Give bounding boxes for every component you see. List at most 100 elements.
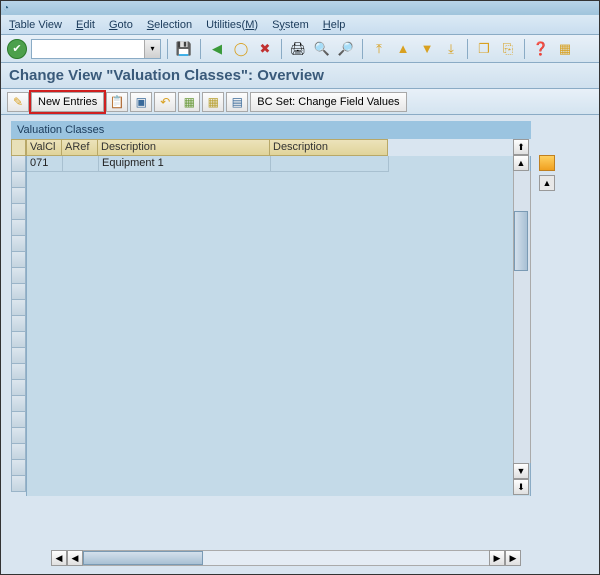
row-selector[interactable] xyxy=(11,380,26,396)
table-settings-icon[interactable] xyxy=(539,155,555,171)
back-icon[interactable]: ◀ xyxy=(207,39,227,59)
row-selector[interactable] xyxy=(11,188,26,204)
undo-button[interactable]: ↶ xyxy=(154,92,176,112)
cell-valcl[interactable]: 071 xyxy=(27,156,63,172)
menu-utilities[interactable]: Utilities(M) xyxy=(206,19,258,31)
save-icon[interactable]: 💾 xyxy=(174,39,194,59)
separator xyxy=(200,39,201,59)
row-selector[interactable] xyxy=(11,428,26,444)
menu-bar: Table View Edit Goto Selection Utilities… xyxy=(1,15,599,35)
next-page-icon[interactable]: ▼ xyxy=(417,39,437,59)
scroll-left-icon[interactable]: ◀ xyxy=(67,550,83,566)
separator xyxy=(467,39,468,59)
sap-logo-icon: ◔ xyxy=(3,3,9,14)
row-selector[interactable] xyxy=(11,476,26,492)
scroll-down-icon[interactable]: ▼ xyxy=(513,463,529,479)
row-selector[interactable] xyxy=(11,156,26,172)
row-selector[interactable] xyxy=(11,348,26,364)
window-title-bar: ◔ xyxy=(1,1,599,15)
command-field[interactable]: ▾ xyxy=(31,39,161,59)
row-selector[interactable] xyxy=(11,204,26,220)
row-selector[interactable] xyxy=(11,396,26,412)
last-page-icon[interactable]: ⤓ xyxy=(441,39,461,59)
shortcut-icon[interactable]: ⎘ xyxy=(498,39,518,59)
cell-aref[interactable] xyxy=(63,156,99,172)
row-selector[interactable] xyxy=(11,300,26,316)
col-header-desc2[interactable]: Description xyxy=(270,139,388,156)
help-icon[interactable]: ❓ xyxy=(531,39,551,59)
menu-selection[interactable]: Selection xyxy=(147,19,192,31)
grid: ValCl ARef Description Description 071 E… xyxy=(26,139,531,496)
find-next-icon[interactable]: 🔎 xyxy=(336,39,356,59)
menu-help[interactable]: Help xyxy=(323,19,346,31)
horizontal-scroll: ◀ ◀ ▶ ▶ xyxy=(51,550,521,566)
cell-desc1[interactable]: Equipment 1 xyxy=(99,156,271,172)
scroll-bottom-icon[interactable]: ⬇ xyxy=(513,479,529,495)
col-header-valcl[interactable]: ValCl xyxy=(26,139,62,156)
col-header-desc1[interactable]: Description xyxy=(98,139,270,156)
table-title: Valuation Classes xyxy=(11,121,531,139)
cancel-icon[interactable]: ✖ xyxy=(255,39,275,59)
row-selector[interactable] xyxy=(11,460,26,476)
enter-button[interactable]: ✔ xyxy=(7,39,27,59)
bc-set-button[interactable]: BC Set: Change Field Values xyxy=(250,92,406,112)
table-header: ValCl ARef Description Description xyxy=(26,139,531,156)
separator xyxy=(362,39,363,59)
hscroll-thumb[interactable] xyxy=(83,551,203,565)
page-title-bar: Change View "Valuation Classes": Overvie… xyxy=(1,63,599,89)
new-entries-button[interactable]: New Entries xyxy=(31,92,104,112)
prev-page-icon[interactable]: ▲ xyxy=(393,39,413,59)
col-header-aref[interactable]: ARef xyxy=(62,139,98,156)
scroll-top-icon[interactable]: ⬆ xyxy=(513,139,529,155)
separator xyxy=(281,39,282,59)
menu-goto[interactable]: Goto xyxy=(109,19,133,31)
menu-system[interactable]: System xyxy=(272,19,309,31)
row-selector[interactable] xyxy=(11,332,26,348)
deselect-all-button[interactable]: ▦ xyxy=(202,92,224,112)
first-page-icon[interactable]: ⤒ xyxy=(369,39,389,59)
create-session-icon[interactable]: ❐ xyxy=(474,39,494,59)
corner-cell[interactable] xyxy=(11,139,26,156)
table-row[interactable]: 071 Equipment 1 xyxy=(27,156,530,172)
row-headers xyxy=(11,139,26,496)
scroll-page-up-icon[interactable]: ▲ xyxy=(539,175,555,191)
separator xyxy=(524,39,525,59)
row-selector[interactable] xyxy=(11,236,26,252)
menu-edit[interactable]: Edit xyxy=(76,19,95,31)
separator xyxy=(167,39,168,59)
row-selector[interactable] xyxy=(11,268,26,284)
table-body: 071 Equipment 1 xyxy=(26,156,531,496)
exit-icon[interactable]: ◯ xyxy=(231,39,251,59)
copy-as-button[interactable]: 📋 xyxy=(106,92,128,112)
command-dropdown-icon[interactable]: ▾ xyxy=(144,40,160,58)
scroll-right-icon[interactable]: ▶ xyxy=(489,550,505,566)
row-selector[interactable] xyxy=(11,444,26,460)
select-all-button[interactable]: ▦ xyxy=(178,92,200,112)
standard-toolbar: ✔ ▾ 💾 ◀ ◯ ✖ 🖨 🔍 🔎 ⤒ ▲ ▼ ⤓ ❐ ⎘ ❓ ▦ xyxy=(1,35,599,63)
row-selector[interactable] xyxy=(11,220,26,236)
row-selector[interactable] xyxy=(11,284,26,300)
menu-table-view[interactable]: Table View xyxy=(9,19,62,31)
change-button[interactable]: ✎ xyxy=(7,92,29,112)
find-icon[interactable]: 🔍 xyxy=(312,39,332,59)
scroll-right-end-icon[interactable]: ▶ xyxy=(505,550,521,566)
customize-layout-icon[interactable]: ▦ xyxy=(555,39,575,59)
scroll-up-icon[interactable]: ▲ xyxy=(513,155,529,171)
vertical-scroll: ⬆ ▲ ▼ ⬇ xyxy=(513,139,531,495)
print-icon[interactable]: 🖨 xyxy=(288,39,308,59)
row-selector[interactable] xyxy=(11,364,26,380)
hscroll-track[interactable] xyxy=(83,550,489,566)
table-container: Valuation Classes xyxy=(11,121,531,496)
cell-desc2[interactable] xyxy=(271,156,389,172)
row-selector[interactable] xyxy=(11,252,26,268)
print-list-button[interactable]: ▤ xyxy=(226,92,248,112)
content-area: Valuation Classes xyxy=(1,115,599,574)
vscroll-track[interactable] xyxy=(513,171,531,463)
vscroll-thumb[interactable] xyxy=(514,211,528,271)
delete-button[interactable]: ▣ xyxy=(130,92,152,112)
page-title: Change View "Valuation Classes": Overvie… xyxy=(9,67,324,84)
row-selector[interactable] xyxy=(11,412,26,428)
row-selector[interactable] xyxy=(11,172,26,188)
row-selector[interactable] xyxy=(11,316,26,332)
scroll-left-end-icon[interactable]: ◀ xyxy=(51,550,67,566)
